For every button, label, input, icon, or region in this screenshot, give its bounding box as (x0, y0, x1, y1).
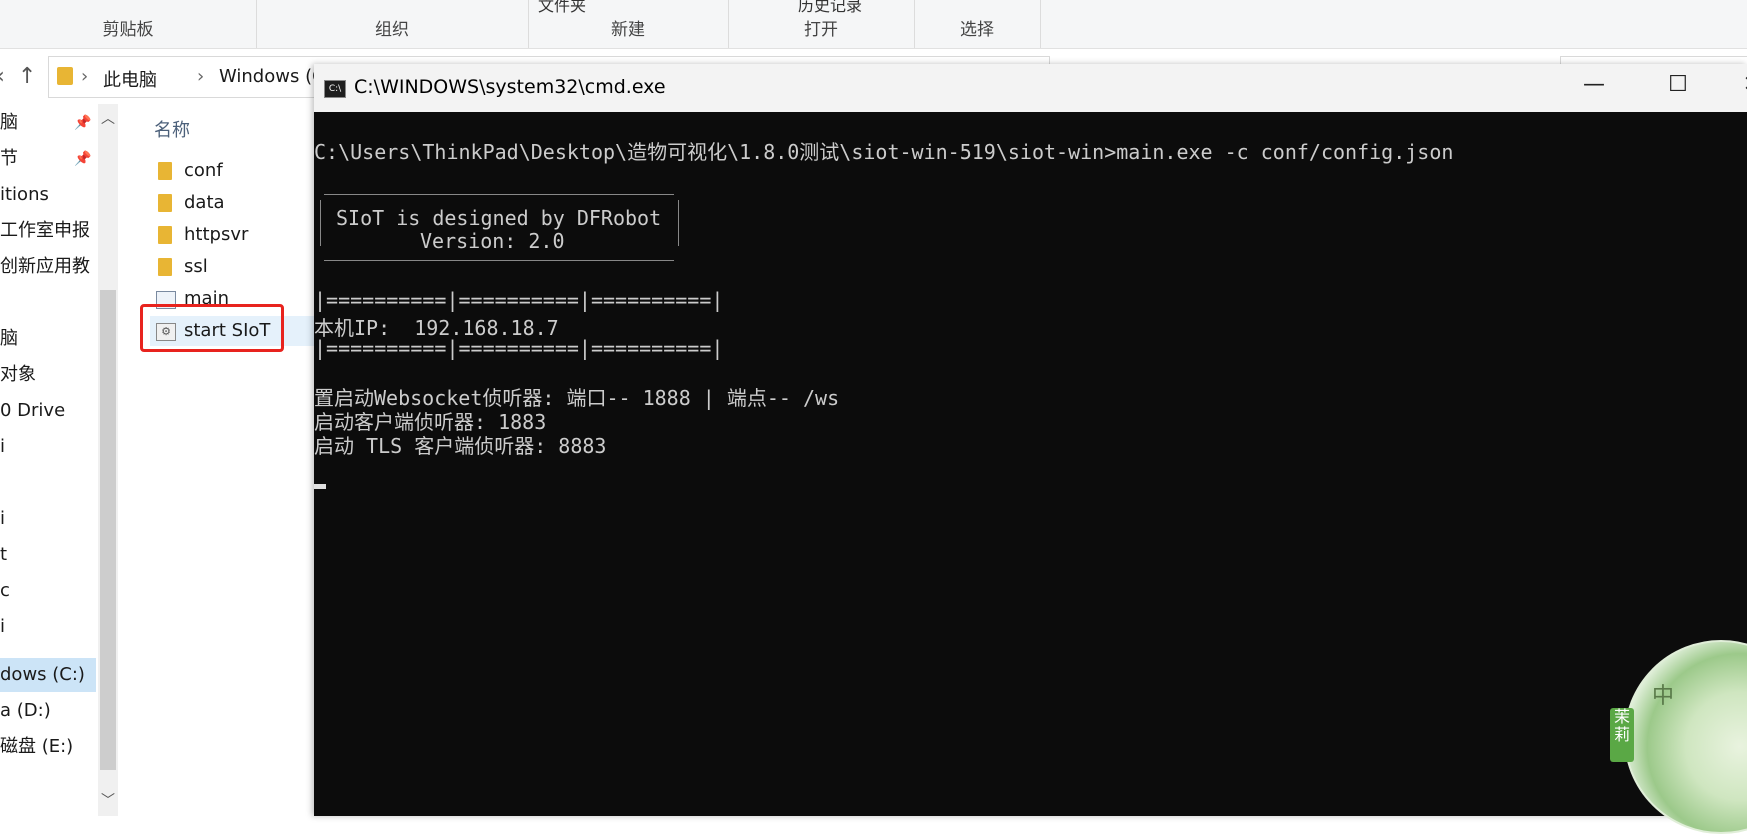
nav-item-label: 0 Drive (0, 400, 66, 421)
nav-item[interactable]: 节 📌 (0, 142, 96, 176)
nav-item-label: 脑 (0, 328, 18, 349)
file-name: httpsvr (184, 224, 249, 245)
nav-item-label: 节 (0, 148, 18, 169)
nav-item[interactable]: 脑 📌 (0, 106, 96, 140)
nav-item-label: a (D:) (0, 700, 51, 721)
pin-icon[interactable]: 📌 (74, 106, 91, 140)
banner-border-right (678, 200, 679, 246)
list-item[interactable]: conf (150, 156, 316, 186)
nav-item-drive-e[interactable]: 磁盘 (E:) (0, 730, 96, 764)
folder-icon (158, 194, 172, 212)
banner-border-top (324, 194, 674, 195)
file-name: conf (184, 160, 223, 181)
ribbon-new-folder-label: 文件夹 (538, 0, 587, 15)
folder-icon (158, 162, 172, 180)
folder-icon (158, 258, 172, 276)
cmd-window[interactable]: C:\ C:\WINDOWS\system32\cmd.exe — ☐ ✕ C:… (314, 64, 1747, 816)
pin-icon[interactable]: 📌 (74, 142, 91, 176)
chevron-right-icon[interactable]: › (81, 66, 88, 87)
nav-item[interactable]: c (0, 574, 96, 608)
up-arrow-icon[interactable]: ↑ (18, 64, 36, 89)
scroll-thumb[interactable] (100, 290, 116, 770)
nav-item-label: itions (0, 184, 49, 205)
ribbon-group-label: 选择 (960, 20, 994, 40)
nav-item-label: i (0, 436, 6, 457)
ribbon-group-label: 打开 (804, 20, 838, 40)
nav-item[interactable]: 创新应用教 (0, 250, 96, 284)
close-icon[interactable]: ✕ (1732, 72, 1747, 97)
console-line-command: C:\Users\ThinkPad\Desktop\造物可视化\1.8.0测试\… (314, 140, 1454, 164)
ribbon-group-select[interactable]: 选择 (914, 0, 1041, 48)
file-list: 名称 conf data httpsvr ssl main ⚙ start SI… (120, 104, 316, 816)
nav-item-label: c (0, 580, 10, 601)
nav-item[interactable] (0, 286, 96, 320)
nav-item[interactable]: itions (0, 178, 96, 212)
text-cursor (314, 484, 326, 489)
maximize-icon[interactable]: ☐ (1658, 72, 1698, 97)
nav-item-drive-d[interactable]: a (D:) (0, 694, 96, 728)
file-name: ssl (184, 256, 208, 277)
file-name: data (184, 192, 225, 213)
nav-item[interactable]: 工作室申报 (0, 214, 96, 248)
decorative-tag: 茉莉 (1610, 708, 1634, 762)
folder-icon (158, 226, 172, 244)
nav-item[interactable] (0, 466, 96, 500)
minimize-icon[interactable]: — (1574, 72, 1614, 97)
banner-version: Version: 2.0 (420, 229, 565, 253)
nav-item[interactable]: i (0, 502, 96, 536)
nav-item-label: i (0, 616, 6, 637)
nav-item-drive-c[interactable]: dows (C:) (0, 658, 96, 692)
nav-item[interactable]: 0 Drive (0, 394, 96, 428)
ribbon-history-label: 历史记录 (798, 0, 863, 15)
ribbon-group-label: 新建 (611, 20, 645, 40)
nav-item[interactable]: 对象 (0, 358, 96, 392)
highlight-annotation (140, 304, 284, 352)
ribbon-group-clipboard[interactable]: 剪贴板 (0, 0, 257, 48)
nav-item[interactable]: 脑 (0, 322, 96, 356)
nav-scrollbar[interactable]: ︿ ﹀ (98, 104, 118, 816)
breadcrumb-this-pc[interactable]: 此电脑 (103, 66, 157, 92)
ribbon-group-open[interactable]: 历史记录 打开 (728, 0, 915, 48)
nav-item-label: i (0, 508, 6, 529)
nav-item[interactable]: i (0, 610, 96, 644)
chevron-down-icon[interactable]: ﹀ (101, 790, 115, 810)
nav-item-label: 工作室申报 (0, 220, 90, 241)
folder-icon (57, 67, 73, 85)
nav-item[interactable]: t (0, 538, 96, 572)
nav-item[interactable]: i (0, 430, 96, 464)
ribbon-group-label: 剪贴板 (102, 20, 154, 40)
nav-item-label: t (0, 544, 8, 565)
nav-item-label: 对象 (0, 364, 36, 385)
banner-border-left (320, 200, 321, 246)
list-item[interactable]: httpsvr (150, 220, 316, 250)
console-line-tls: 启动 TLS 客户端侦听器: 8883 (314, 434, 607, 458)
ribbon-group-organize[interactable]: 组织 (256, 0, 529, 48)
banner-border-bottom (324, 260, 674, 261)
ribbon-group-new[interactable]: 文件夹 新建 (528, 0, 729, 48)
list-item[interactable]: data (150, 188, 316, 218)
nav-item-label: 磁盘 (E:) (0, 736, 74, 757)
console-output[interactable]: C:\Users\ThinkPad\Desktop\造物可视化\1.8.0测试\… (314, 112, 1747, 816)
chevron-right-icon[interactable]: › (197, 66, 204, 87)
nav-item-label: 创新应用教 (0, 256, 90, 277)
terminal-icon: C:\ (324, 80, 346, 98)
console-separator: |==========|==========|==========| (314, 288, 724, 312)
title-bar[interactable]: C:\ C:\WINDOWS\system32\cmd.exe — ☐ ✕ (314, 64, 1747, 112)
back-arrow-icon[interactable]: ‹ (0, 64, 5, 89)
nav-item-label: 脑 (0, 112, 18, 133)
ribbon-group-label: 组织 (375, 20, 409, 40)
console-separator: |==========|==========|==========| (314, 336, 724, 360)
column-header-name[interactable]: 名称 (154, 116, 190, 142)
chevron-up-icon[interactable]: ︿ (101, 108, 115, 128)
nav-item-label: dows (C:) (0, 664, 85, 685)
banner-line: SIoT is designed by DFRobot (336, 206, 662, 230)
ribbon: 剪贴板 组织 文件夹 新建 历史记录 打开 选择 (0, 0, 1747, 49)
list-item[interactable]: ssl (150, 252, 316, 282)
window-title: C:\WINDOWS\system32\cmd.exe (354, 76, 666, 98)
decorative-char: 中 (1652, 684, 1675, 709)
